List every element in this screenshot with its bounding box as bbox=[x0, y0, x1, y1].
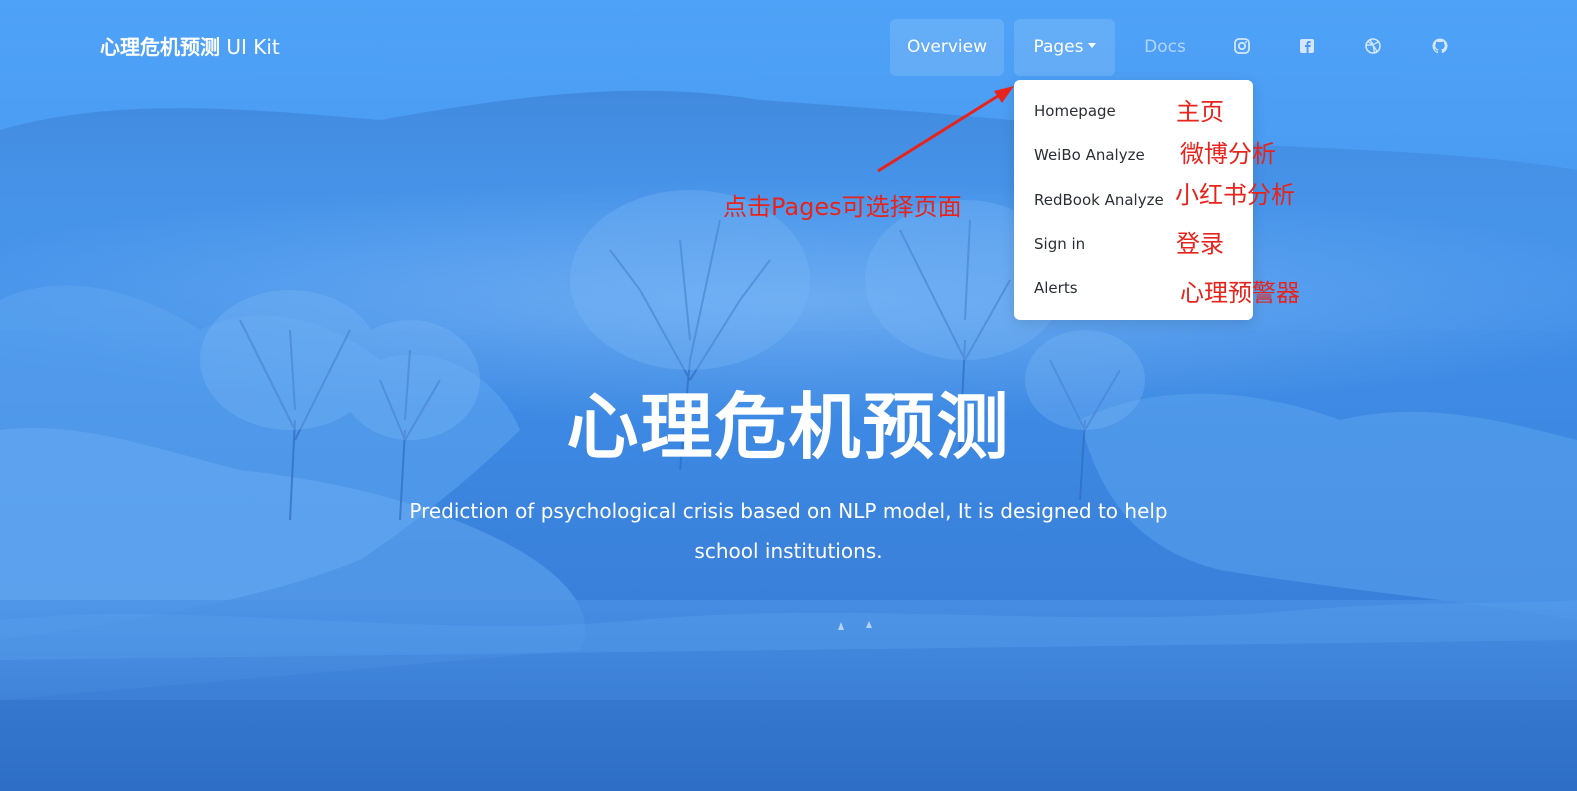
annotation-homepage: 主页 bbox=[1176, 98, 1224, 126]
hero-title: 心理危机预测 bbox=[566, 385, 1011, 469]
annotation-redbook: 小红书分析 bbox=[1175, 181, 1295, 209]
annotation-alerts: 心理预警器 bbox=[1180, 279, 1300, 307]
landing-page: 心理危机预测 UI Kit Overview Pages Docs Homepa… bbox=[0, 0, 1577, 791]
annotation-weibo: 微博分析 bbox=[1180, 140, 1276, 168]
annotation-signin: 登录 bbox=[1176, 230, 1224, 258]
hero-subtitle-line-1: Prediction of psychological crisis based… bbox=[409, 499, 1168, 523]
annotation-pages-hint: 点击Pages可选择页面 bbox=[723, 193, 962, 221]
hero-subtitle: Prediction of psychological crisis based… bbox=[400, 491, 1177, 571]
hero-subtitle-line-2: school institutions. bbox=[694, 539, 883, 563]
